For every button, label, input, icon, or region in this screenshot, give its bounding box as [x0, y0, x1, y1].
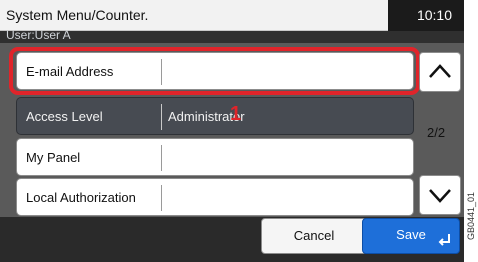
user-bar: User:User A [0, 28, 464, 43]
row-divider [161, 185, 162, 211]
chevron-down-icon [429, 189, 451, 203]
chevron-up-icon [429, 64, 451, 78]
highlight-frame [9, 47, 420, 95]
title-area: System Menu/Counter. [0, 0, 388, 31]
cancel-button[interactable]: Cancel [261, 218, 367, 254]
scroll-down-button[interactable] [419, 175, 461, 215]
row-divider [161, 145, 162, 171]
row-divider [161, 104, 162, 130]
step-callout: 1 [230, 103, 242, 125]
clock: 10:10 [416, 7, 452, 23]
row-access-level[interactable]: Access Level Administrator [16, 97, 414, 135]
title-bar: System Menu/Counter. 10:10 [0, 0, 464, 31]
page-indicator: 2/2 [427, 125, 446, 140]
current-user: User:User A [6, 28, 71, 42]
screen-title: System Menu/Counter. [6, 7, 149, 23]
row-label: Access Level [26, 109, 103, 124]
row-label: Local Authorization [26, 190, 136, 205]
row-label: My Panel [26, 150, 81, 165]
enter-icon [438, 234, 450, 246]
row-local-authorization[interactable]: Local Authorization [16, 178, 414, 216]
row-my-panel[interactable]: My Panel [16, 138, 414, 176]
scroll-up-button[interactable] [419, 52, 461, 92]
reference-code: GB0441_01 [464, 176, 478, 256]
panel-screen: System Menu/Counter. 10:10 User:User A E… [0, 0, 464, 262]
reference-code-text: GB0441_01 [466, 191, 476, 241]
save-button[interactable]: Save [362, 218, 460, 254]
